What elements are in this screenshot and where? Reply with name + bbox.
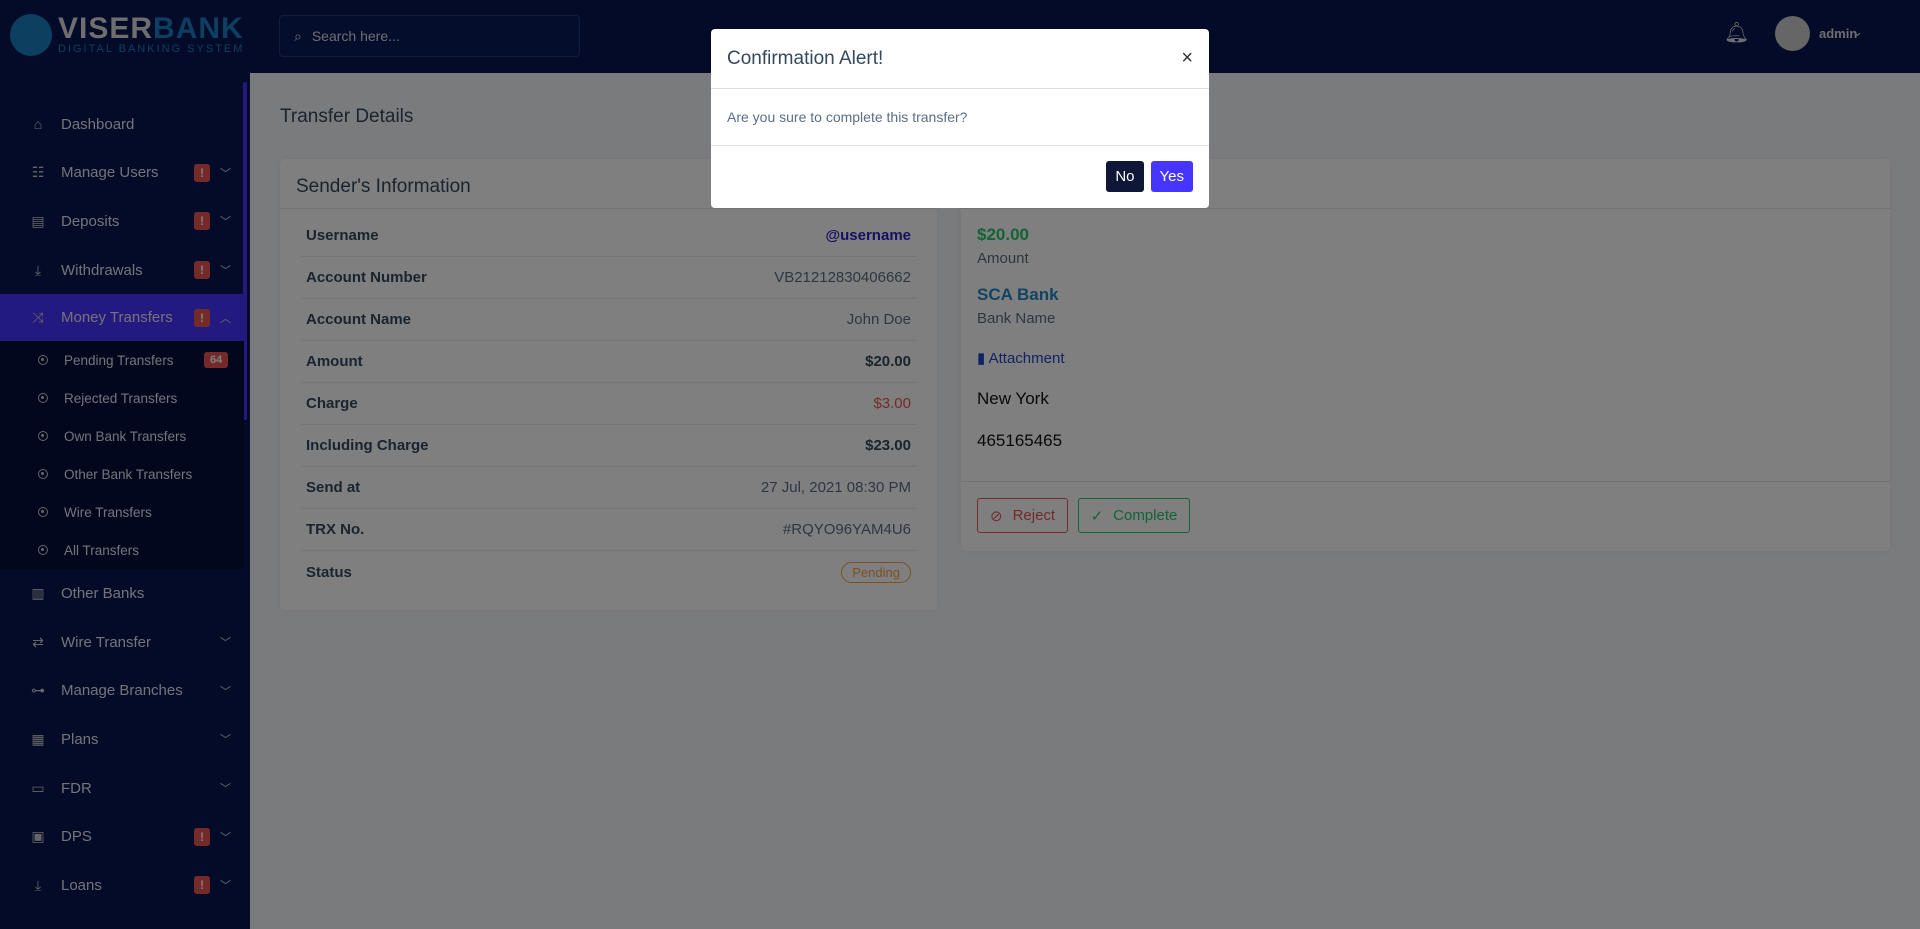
- modal-message: Are you sure to complete this transfer?: [711, 89, 1209, 146]
- modal-title: Confirmation Alert!: [727, 47, 884, 69]
- confirmation-modal: Confirmation Alert! × Are you sure to com…: [711, 29, 1209, 208]
- close-icon[interactable]: ×: [1181, 47, 1193, 70]
- no-button[interactable]: No: [1106, 161, 1144, 192]
- yes-button[interactable]: Yes: [1150, 161, 1193, 192]
